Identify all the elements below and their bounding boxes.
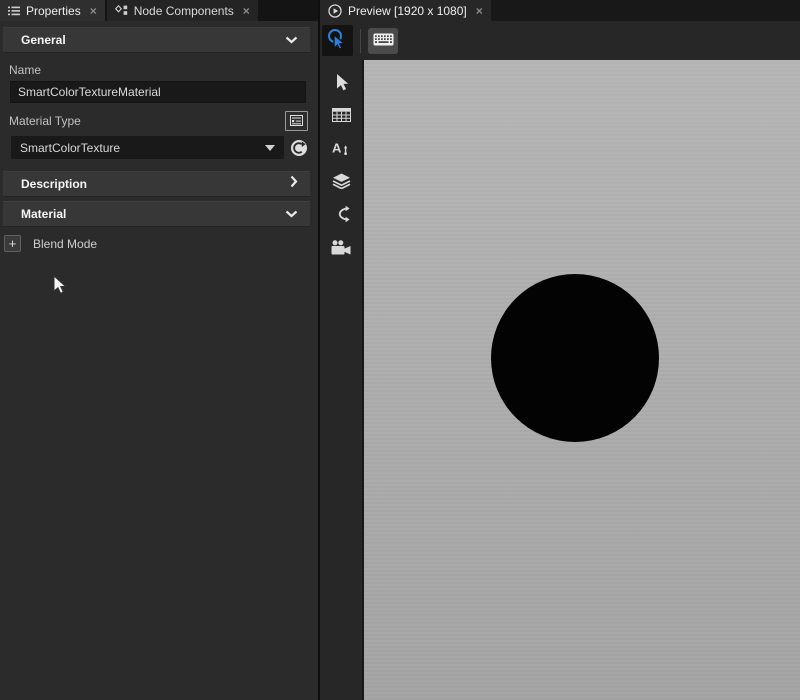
cursor-arrow-icon bbox=[333, 73, 349, 95]
preview-viewport[interactable] bbox=[362, 60, 800, 700]
branch-arrows-icon bbox=[333, 205, 350, 226]
section-description[interactable]: Description bbox=[3, 171, 310, 197]
material-type-dropdown[interactable]: SmartColorTexture bbox=[11, 136, 284, 159]
connections-tool-button[interactable] bbox=[323, 199, 359, 232]
tab-label: Node Components bbox=[134, 4, 234, 18]
dropdown-caret-icon bbox=[265, 145, 275, 151]
add-blend-mode-button[interactable]: + bbox=[4, 235, 21, 252]
revert-to-default-button[interactable] bbox=[290, 139, 308, 157]
blend-mode-label: Blend Mode bbox=[33, 237, 97, 251]
form-icon bbox=[290, 114, 303, 129]
preview-tabbar: Preview [1920 x 1080] × bbox=[320, 0, 800, 21]
text-tool-button[interactable]: A bbox=[323, 133, 359, 166]
blend-mode-row: + Blend Mode bbox=[4, 235, 318, 252]
name-input[interactable] bbox=[10, 81, 306, 103]
components-icon bbox=[115, 5, 128, 16]
section-title: Material bbox=[21, 207, 66, 221]
tab-preview[interactable]: Preview [1920 x 1080] × bbox=[320, 0, 491, 21]
toolbar-separator bbox=[360, 29, 361, 53]
select-tool-button[interactable] bbox=[323, 67, 359, 100]
interaction-mode-button[interactable] bbox=[322, 25, 353, 56]
properties-body: General Name Material Type bbox=[0, 21, 318, 700]
close-icon[interactable]: × bbox=[243, 5, 250, 17]
left-tabbar: Properties × Node Components × bbox=[0, 0, 318, 21]
revert-icon bbox=[290, 139, 308, 157]
close-icon[interactable]: × bbox=[90, 5, 97, 17]
preview-side-toolbar: A bbox=[320, 60, 362, 700]
list-icon bbox=[8, 6, 20, 16]
tab-node-components[interactable]: Node Components × bbox=[107, 0, 258, 21]
preview-main: A bbox=[320, 60, 800, 700]
preview-toolbar bbox=[320, 21, 800, 60]
video-camera-icon bbox=[331, 240, 351, 258]
tab-label: Preview [1920 x 1080] bbox=[348, 4, 467, 18]
name-label: Name bbox=[9, 63, 318, 77]
material-type-label: Material Type bbox=[9, 114, 81, 128]
grid-tool-button[interactable] bbox=[323, 100, 359, 133]
chevron-down-icon bbox=[285, 31, 298, 49]
layers-tool-button[interactable] bbox=[323, 166, 359, 199]
chevron-down-icon bbox=[285, 205, 298, 223]
keyboard-icon bbox=[373, 33, 394, 49]
click-cursor-icon bbox=[326, 28, 349, 54]
preview-panel: Preview [1920 x 1080] × bbox=[320, 0, 800, 700]
tab-properties[interactable]: Properties × bbox=[0, 0, 105, 21]
section-title: Description bbox=[21, 177, 87, 191]
grid-table-icon bbox=[332, 108, 351, 125]
section-title: General bbox=[21, 33, 66, 47]
scene-black-circle bbox=[491, 274, 659, 442]
material-type-editor-button[interactable] bbox=[285, 111, 308, 131]
chevron-right-icon bbox=[290, 175, 298, 193]
app-window: Properties × Node Components × General bbox=[0, 0, 800, 700]
section-general[interactable]: General bbox=[3, 27, 310, 53]
virtual-keyboard-button[interactable] bbox=[368, 28, 398, 54]
play-circle-icon bbox=[328, 4, 342, 18]
close-icon[interactable]: × bbox=[476, 5, 483, 17]
text-node-icon: A bbox=[332, 140, 350, 159]
camera-tool-button[interactable] bbox=[323, 232, 359, 265]
dropdown-value: SmartColorTexture bbox=[20, 141, 120, 155]
tab-label: Properties bbox=[26, 4, 81, 18]
properties-panel: Properties × Node Components × General bbox=[0, 0, 318, 700]
layers-icon bbox=[332, 173, 351, 192]
svg-text:A: A bbox=[332, 141, 342, 156]
section-material[interactable]: Material bbox=[3, 201, 310, 227]
